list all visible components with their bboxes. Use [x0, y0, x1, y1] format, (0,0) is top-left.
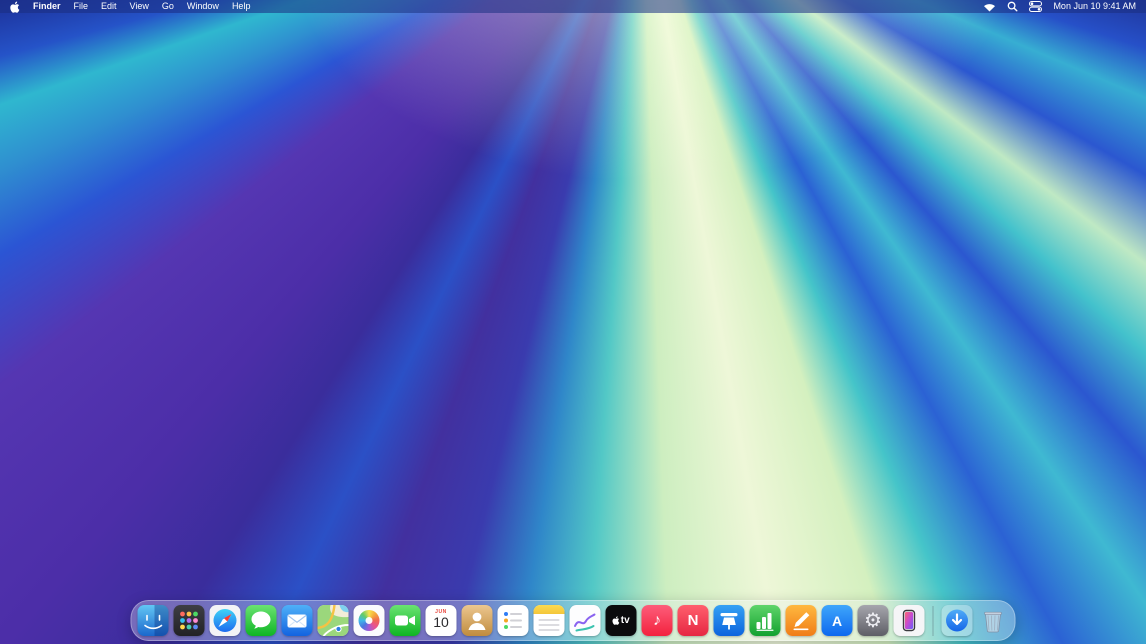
facetime-icon	[390, 605, 421, 636]
dock-item-news[interactable]: N	[678, 605, 709, 636]
downloads-icon	[942, 605, 973, 636]
menu-bar: Finder File Edit View Go Window Help Mon…	[0, 0, 1146, 13]
dock-item-system-settings[interactable]: ⚙	[858, 605, 889, 636]
wifi-icon	[983, 2, 996, 12]
apple-logo-icon	[612, 616, 619, 625]
notes-icon	[534, 605, 565, 636]
contacts-icon	[462, 605, 493, 636]
menu-window[interactable]: Window	[187, 0, 219, 13]
freeform-icon	[570, 605, 601, 636]
music-note-glyph: ♪	[653, 613, 661, 629]
apple-menu[interactable]	[10, 1, 20, 13]
news-icon: N	[678, 605, 709, 636]
app-store-letter: A	[832, 614, 842, 628]
dock-item-freeform[interactable]	[570, 605, 601, 636]
control-center-icon	[1029, 1, 1042, 12]
menu-view[interactable]: View	[130, 0, 149, 13]
notes-line	[539, 629, 560, 631]
calendar-icon: JUN 10	[426, 605, 457, 636]
dock-item-notes[interactable]	[534, 605, 565, 636]
apple-logo-icon	[10, 1, 20, 13]
menu-help[interactable]: Help	[232, 0, 251, 13]
menu-go[interactable]: Go	[162, 0, 174, 13]
notes-header-band	[534, 605, 565, 614]
spotlight-button[interactable]	[1007, 1, 1018, 12]
trash-icon	[978, 605, 1009, 636]
notes-line	[539, 624, 560, 626]
dock-item-app-store[interactable]: A	[822, 605, 853, 636]
dock-item-mail[interactable]	[282, 605, 313, 636]
notes-line	[539, 619, 560, 621]
menu-bar-clock[interactable]: Mon Jun 10 9:41 AM	[1053, 0, 1136, 13]
finder-icon	[138, 605, 169, 636]
dock-item-tv[interactable]: tv	[606, 605, 637, 636]
dock-item-keynote[interactable]	[714, 605, 745, 636]
photos-icon	[354, 605, 385, 636]
dock-item-trash[interactable]	[978, 605, 1009, 636]
menu-edit[interactable]: Edit	[101, 0, 117, 13]
app-store-icon: A	[822, 605, 853, 636]
dock-item-launchpad[interactable]	[174, 605, 205, 636]
search-icon	[1007, 1, 1018, 12]
photos-flower	[359, 610, 380, 631]
dock-item-iphone-mirroring[interactable]	[894, 605, 925, 636]
numbers-icon	[750, 605, 781, 636]
dock-item-facetime[interactable]	[390, 605, 421, 636]
dock-item-music[interactable]: ♪	[642, 605, 673, 636]
desktop-wallpaper: Finder File Edit View Go Window Help Mon…	[0, 0, 1146, 644]
iphone-mirroring-icon	[894, 605, 925, 636]
system-settings-icon: ⚙	[858, 605, 889, 636]
dock-item-maps[interactable]	[318, 605, 349, 636]
menu-file[interactable]: File	[74, 0, 89, 13]
reminders-icon	[498, 605, 529, 636]
music-icon: ♪	[642, 605, 673, 636]
dock-item-photos[interactable]	[354, 605, 385, 636]
dock-item-downloads[interactable]	[942, 605, 973, 636]
dock-item-messages[interactable]	[246, 605, 277, 636]
pages-icon	[786, 605, 817, 636]
menu-bar-status: Mon Jun 10 9:41 AM	[983, 0, 1136, 13]
dock-item-finder[interactable]	[138, 605, 169, 636]
calendar-day-label: 10	[433, 615, 449, 630]
dock-item-contacts[interactable]	[462, 605, 493, 636]
maps-icon	[318, 605, 349, 636]
app-menu-finder[interactable]: Finder	[33, 0, 61, 13]
keynote-icon	[714, 605, 745, 636]
apple-tv-icon: tv	[606, 605, 637, 636]
dock-item-numbers[interactable]	[750, 605, 781, 636]
gear-icon: ⚙	[864, 611, 882, 631]
news-letter: N	[688, 613, 699, 628]
wifi-status[interactable]	[983, 2, 996, 12]
dock-item-pages[interactable]	[786, 605, 817, 636]
dock-item-reminders[interactable]	[498, 605, 529, 636]
mail-icon	[282, 605, 313, 636]
launchpad-icon	[174, 605, 205, 636]
safari-icon	[210, 605, 241, 636]
menu-bar-left: Finder File Edit View Go Window Help	[10, 0, 250, 13]
dock-item-calendar[interactable]: JUN 10	[426, 605, 457, 636]
messages-icon	[246, 605, 277, 636]
dock: JUN 10	[131, 600, 1016, 641]
tv-label: tv	[621, 616, 630, 626]
control-center-button[interactable]	[1029, 1, 1042, 12]
dock-item-safari[interactable]	[210, 605, 241, 636]
dock-divider	[933, 606, 934, 636]
